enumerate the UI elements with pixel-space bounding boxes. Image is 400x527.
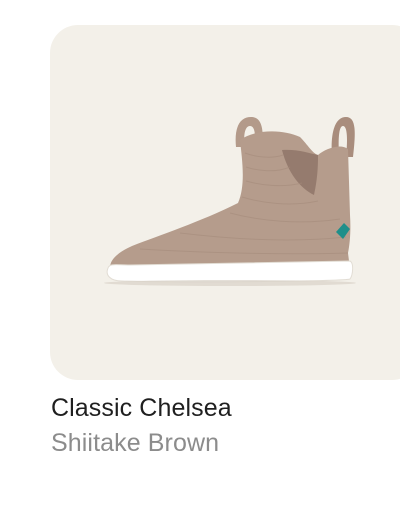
product-color-name: Shiitake Brown [51, 429, 220, 457]
product-name[interactable]: Classic Chelsea [51, 392, 232, 424]
ground-shadow [104, 280, 356, 286]
product-card[interactable] [50, 25, 400, 380]
chelsea-boot-image [104, 117, 356, 286]
